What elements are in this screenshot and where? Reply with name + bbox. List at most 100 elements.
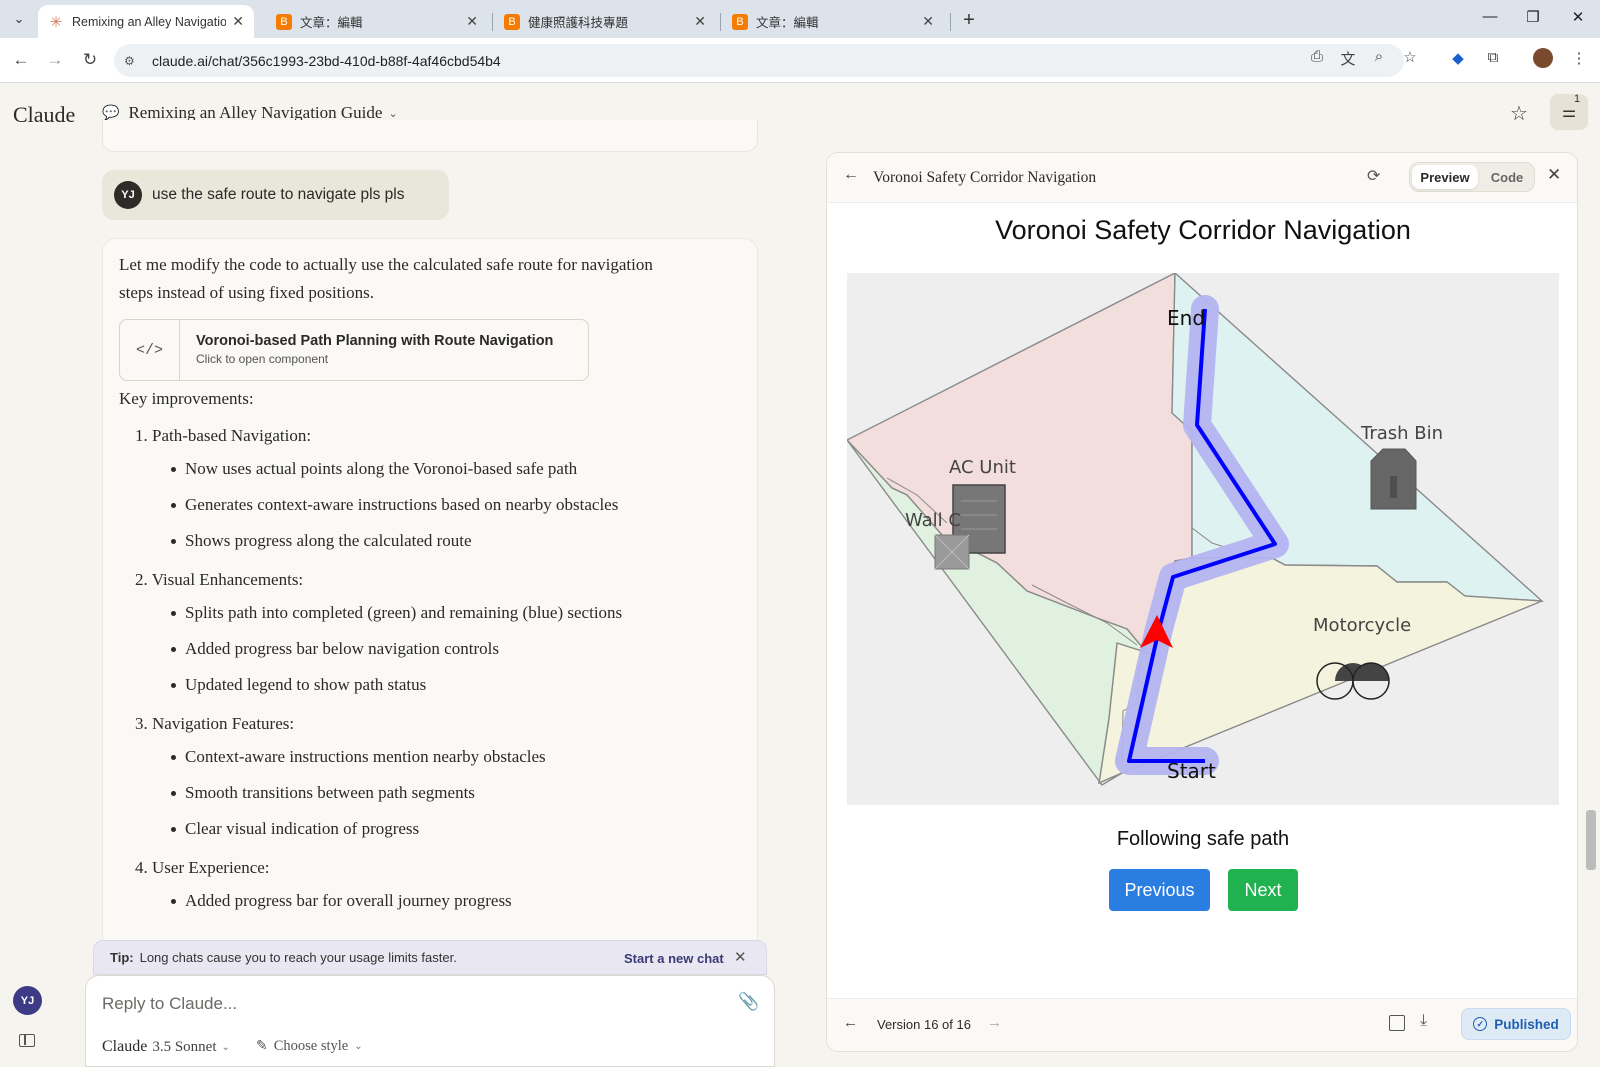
- tab-blogger-edit-2[interactable]: B 文章：編輯 ✕: [722, 5, 944, 38]
- restore-icon[interactable]: ❐: [1523, 8, 1543, 26]
- install-app-icon[interactable]: ⎙: [1306, 48, 1328, 65]
- visualization-title: Voronoi Safety Corridor Navigation: [995, 215, 1411, 245]
- point-title: 3. Navigation Features:: [135, 714, 295, 733]
- blogger-icon: B: [732, 13, 748, 30]
- tab-separator: [950, 13, 951, 31]
- bullet-item: Context-aware instructions mention nearb…: [119, 739, 739, 775]
- tip-label: Tip:: [110, 950, 134, 965]
- tab-blogger-health[interactable]: B 健康照護科技專題 ✕: [494, 5, 716, 38]
- bullet-item: Now uses actual points along the Voronoi…: [119, 451, 739, 487]
- address-toolbar: ← → ↻ ⚙ claude.ai/chat/356c1993-23bd-410…: [0, 38, 1600, 83]
- copy-icon[interactable]: [1389, 1015, 1405, 1031]
- check-circle-icon: ✓: [1473, 1017, 1488, 1031]
- sidebar-toggle-icon[interactable]: [19, 1034, 35, 1047]
- browser-tab-bar: ⌄ ✳ Remixing an Alley Navigation ✕ B 文章：…: [0, 0, 1600, 38]
- minimize-icon[interactable]: —: [1480, 8, 1500, 25]
- close-icon[interactable]: ✕: [1547, 165, 1561, 185]
- close-icon[interactable]: ✕: [734, 948, 747, 966]
- url-omnibox[interactable]: ⚙ claude.ai/chat/356c1993-23bd-410d-b88f…: [114, 44, 1404, 77]
- extension-diamond-icon[interactable]: ◆: [1447, 49, 1469, 67]
- bullet-item: Generates context-aware instructions bas…: [119, 487, 739, 523]
- extensions-puzzle-icon[interactable]: ⧉: [1482, 49, 1504, 66]
- artifact-name: Voronoi-based Path Planning with Route N…: [196, 333, 554, 349]
- blogger-icon: B: [504, 13, 520, 30]
- version-label: Version 16 of 16: [877, 1017, 971, 1032]
- next-button[interactable]: Next: [1228, 869, 1298, 911]
- star-icon[interactable]: ☆: [1510, 101, 1528, 126]
- next-version-arrow-icon[interactable]: →: [987, 1014, 1002, 1031]
- tab-title: Remixing an Alley Navigation: [72, 14, 227, 29]
- settings-sliders-icon[interactable]: ⚌: [1550, 94, 1588, 130]
- reply-input[interactable]: [102, 990, 702, 1018]
- claude-asterisk-icon: ✳: [49, 13, 63, 31]
- settings-badge: 1: [1574, 93, 1581, 105]
- blogger-icon: B: [276, 13, 292, 30]
- style-selector[interactable]: ✎ Choose style ⌄: [256, 1038, 363, 1055]
- tab-blogger-edit-1[interactable]: B 文章：編輯 ✕: [266, 5, 488, 38]
- brush-icon: ✎: [256, 1039, 268, 1054]
- bullet-item: Updated legend to show path status: [119, 667, 739, 703]
- assistant-intro-text: Let me modify the code to actually use t…: [119, 255, 653, 302]
- zoom-icon[interactable]: ⌕: [1368, 48, 1390, 65]
- bullet-item: Splits path into completed (green) and r…: [119, 595, 739, 631]
- url-text[interactable]: claude.ai/chat/356c1993-23bd-410d-b88f-4…: [152, 53, 501, 69]
- navigation-status: Following safe path: [1116, 828, 1290, 850]
- profile-avatar[interactable]: [1533, 48, 1553, 68]
- improvement-list: 1. Path-based Navigation: Now uses actua…: [119, 421, 739, 925]
- new-tab-plus-icon[interactable]: +: [958, 9, 980, 32]
- close-icon[interactable]: ✕: [466, 13, 478, 30]
- back-arrow-icon[interactable]: ←: [843, 166, 859, 184]
- tab-preview[interactable]: Preview: [1412, 165, 1478, 189]
- published-label: Published: [1494, 1016, 1559, 1032]
- page-scrollbar[interactable]: [1586, 810, 1596, 870]
- previous-button[interactable]: Previous: [1109, 869, 1210, 911]
- model-name: Claude: [102, 1038, 148, 1055]
- assistant-message: Let me modify the code to actually use t…: [102, 238, 758, 958]
- end-label: End: [1167, 306, 1205, 330]
- previous-message-card: [102, 120, 758, 152]
- tab-separator: [492, 13, 493, 31]
- tab-code[interactable]: Code: [1482, 165, 1532, 189]
- artifact-open-card[interactable]: </> Voronoi-based Path Planning with Rou…: [119, 319, 589, 381]
- motorcycle-label: Motorcycle: [1313, 615, 1411, 636]
- close-icon[interactable]: ✕: [922, 13, 934, 30]
- tip-text: Long chats cause you to reach your usage…: [139, 950, 457, 965]
- claude-logo[interactable]: Claude: [13, 102, 75, 128]
- close-icon[interactable]: ✕: [232, 13, 244, 30]
- artifact-subtitle: Click to open component: [196, 352, 329, 366]
- translate-icon[interactable]: 文: [1337, 48, 1359, 69]
- refresh-icon[interactable]: ⟳: [1367, 166, 1380, 186]
- paperclip-icon[interactable]: 📎: [738, 992, 759, 1012]
- start-new-chat-link[interactable]: Start a new chat: [624, 951, 724, 966]
- model-selector[interactable]: Claude 3.5 Sonnet ⌄: [102, 1038, 230, 1056]
- window-close-icon[interactable]: ✕: [1568, 8, 1588, 26]
- usage-tip-banner: Tip: Long chats cause you to reach your …: [93, 940, 767, 975]
- bookmark-star-icon[interactable]: ☆: [1399, 48, 1421, 66]
- bullet-item: Added progress bar below navigation cont…: [119, 631, 739, 667]
- download-icon[interactable]: ⤓: [1420, 1012, 1427, 1030]
- forward-arrow-icon[interactable]: →: [45, 50, 65, 70]
- start-label: Start: [1167, 759, 1216, 783]
- chevron-down-icon: ⌄: [388, 107, 398, 120]
- back-arrow-icon[interactable]: ←: [11, 50, 31, 70]
- close-icon[interactable]: ✕: [694, 13, 706, 30]
- reload-icon[interactable]: ↻: [80, 50, 100, 70]
- bullet-item: Smooth transitions between path segments: [119, 775, 739, 811]
- artifact-panel-title: Voronoi Safety Corridor Navigation: [873, 169, 1097, 186]
- tab-claude-chat[interactable]: ✳ Remixing an Alley Navigation ✕: [38, 5, 254, 38]
- avatar: YJ: [114, 181, 142, 209]
- navigation-map: End Start AC Unit Wall C Trash Bin Motor…: [847, 273, 1559, 805]
- navigation-map-svg: End Start AC Unit Wall C Trash Bin Motor…: [847, 273, 1544, 786]
- point-title: 1. Path-based Navigation:: [135, 426, 312, 445]
- tab-title: 文章：編輯: [756, 16, 819, 30]
- tab-search-chevron-icon[interactable]: ⌄: [6, 7, 32, 31]
- browser-menu-icon[interactable]: ⋮: [1568, 49, 1590, 67]
- trash-bin-obstacle: [1370, 448, 1417, 510]
- previous-version-arrow-icon[interactable]: ←: [843, 1014, 858, 1031]
- user-avatar[interactable]: YJ: [13, 986, 42, 1015]
- tab-title: 文章：編輯: [300, 16, 363, 30]
- view-toggle: Preview Code: [1409, 162, 1535, 192]
- wall-label: Wall C: [905, 510, 961, 531]
- published-button[interactable]: ✓ Published: [1461, 1008, 1571, 1040]
- site-info-icon[interactable]: ⚙: [124, 54, 140, 68]
